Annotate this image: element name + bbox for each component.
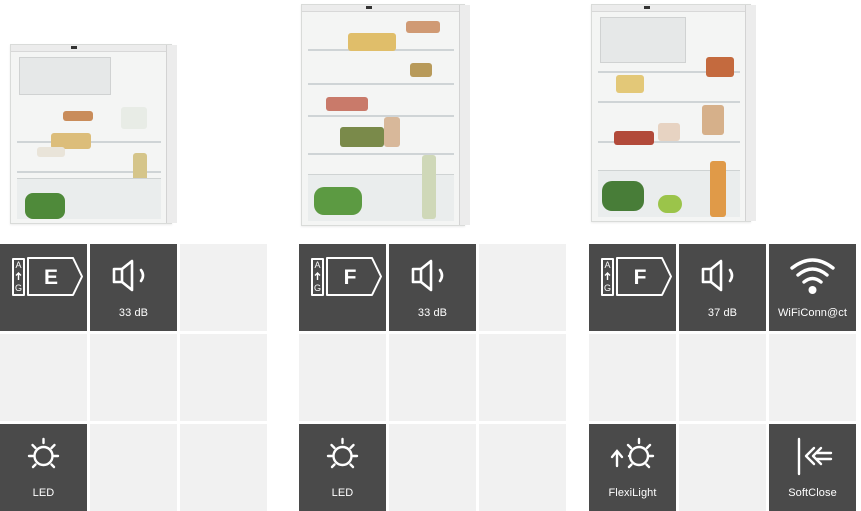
feature-tile: LED — [0, 424, 87, 511]
svg-text:G: G — [314, 283, 321, 293]
tile-label: FlexiLight — [608, 487, 657, 499]
empty-tile — [679, 334, 766, 421]
product-card-1: A G E 33 dB LED — [0, 0, 272, 511]
feature-tile: SoftClose — [769, 424, 856, 511]
svg-text:A: A — [314, 260, 320, 270]
noise-level-tile: 33 dB — [90, 244, 177, 331]
empty-tile — [389, 334, 476, 421]
product-card-3: A G F 37 dB WiFiConn@ct FlexiLight SoftClose — [589, 0, 861, 511]
svg-text:G: G — [604, 283, 611, 293]
tile-label: LED — [32, 487, 55, 499]
tile-label: 33 dB — [417, 307, 448, 319]
tile-label: 37 dB — [707, 307, 738, 319]
empty-tile — [479, 334, 566, 421]
svg-text:G: G — [15, 283, 22, 293]
noise-level-tile: 37 dB — [679, 244, 766, 331]
energy-label-tile: A G F — [299, 244, 386, 331]
tile-label: 33 dB — [118, 307, 149, 319]
tile-label: SoftClose — [788, 487, 837, 499]
empty-tile — [180, 334, 267, 421]
empty-tile — [180, 424, 267, 511]
empty-tile — [180, 244, 267, 331]
feature-tile: LED — [299, 424, 386, 511]
empty-tile — [299, 334, 386, 421]
feature-tile: WiFiConn@ct — [769, 244, 856, 331]
empty-tile — [90, 334, 177, 421]
energy-class-icon: A G E — [12, 257, 83, 296]
svg-text:A: A — [604, 260, 610, 270]
tile-label: WiFiConn@ct — [777, 307, 848, 319]
noise-level-tile: 33 dB — [389, 244, 476, 331]
energy-class-icon: A G F — [311, 257, 382, 296]
energy-class-icon: A G F — [601, 257, 672, 296]
energy-label-tile: A G E — [0, 244, 87, 331]
feature-grid: A G E 33 dB LED — [0, 244, 272, 511]
energy-label-tile: A G F — [589, 244, 676, 331]
svg-text:F: F — [344, 266, 357, 289]
empty-tile — [389, 424, 476, 511]
product-card-2: A G F 33 dB LED — [299, 0, 571, 511]
tile-label: LED — [331, 487, 354, 499]
svg-text:F: F — [634, 266, 647, 289]
empty-tile — [679, 424, 766, 511]
empty-tile — [90, 424, 177, 511]
feature-grid: A G F 33 dB LED — [299, 244, 571, 511]
feature-grid: A G F 37 dB WiFiConn@ct FlexiLight SoftClose — [589, 244, 861, 511]
feature-tile: FlexiLight — [589, 424, 676, 511]
empty-tile — [769, 334, 856, 421]
empty-tile — [479, 424, 566, 511]
product-image[interactable] — [299, 0, 571, 236]
product-image[interactable] — [0, 0, 272, 236]
svg-text:A: A — [15, 260, 21, 270]
svg-text:E: E — [44, 266, 58, 289]
empty-tile — [589, 334, 676, 421]
empty-tile — [479, 244, 566, 331]
empty-tile — [0, 334, 87, 421]
product-image[interactable] — [589, 0, 861, 236]
